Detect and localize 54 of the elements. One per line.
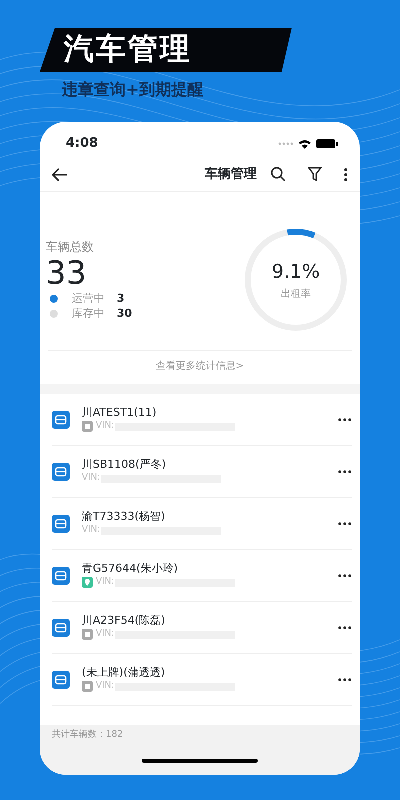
more-icon[interactable] — [338, 418, 352, 422]
vin-label: VIN: — [96, 576, 115, 589]
legend-value: 30 — [117, 306, 132, 322]
location-pin-icon — [82, 577, 93, 588]
battery-icon — [316, 139, 338, 149]
vehicle-name: 青G57644(朱小玲) — [82, 562, 180, 576]
vin-label: VIN: — [82, 472, 101, 485]
vin-label: VIN: — [96, 628, 115, 641]
vehicle-row[interactable]: 川SB1108(严冬) VIN: — [52, 446, 352, 498]
vin-label: VIN: — [82, 524, 101, 537]
tag-icon — [82, 421, 93, 432]
legend-value: 3 — [117, 290, 125, 307]
stat-label: 车辆总数 — [46, 239, 95, 256]
more-icon[interactable] — [338, 470, 352, 474]
vehicle-name: 川A23F54(陈磊) — [82, 614, 166, 628]
screen-title: 车辆管理 — [204, 166, 257, 184]
more-icon[interactable] — [338, 574, 352, 578]
vehicle-row[interactable]: 川ATEST1(11) VIN: — [52, 394, 352, 446]
signal-icon — [278, 142, 294, 146]
tag-icon — [82, 629, 93, 640]
vehicle-name: 川SB1108(严冬) — [82, 458, 168, 472]
vin-label: VIN: — [96, 420, 115, 433]
vehicle-name: 川ATEST1(11) — [82, 406, 158, 420]
gauge-value: 9.1% — [270, 260, 322, 285]
vehicle-row[interactable]: 川A23F54(陈磊) VIN: — [52, 602, 352, 654]
vehicle-name: (未上牌)(蒲透透) — [82, 666, 166, 680]
legend-label: 运营中 — [72, 290, 105, 307]
car-icon — [52, 618, 70, 636]
tag-icon — [82, 681, 93, 692]
back-icon[interactable] — [52, 168, 68, 182]
car-icon — [52, 514, 70, 532]
wifi-icon — [298, 139, 312, 149]
vehicle-row[interactable]: 渝T73333(杨智) VIN: — [52, 498, 352, 550]
legend-label: 库存中 — [72, 306, 105, 322]
vehicle-row[interactable]: 青G57644(朱小玲) VIN: — [52, 550, 352, 602]
car-icon — [52, 670, 70, 688]
more-icon[interactable] — [344, 168, 348, 182]
vin-label: VIN: — [96, 680, 115, 693]
car-icon — [52, 462, 70, 480]
status-time: 4:08 — [66, 135, 98, 154]
banner-title: 汽车管理 — [40, 28, 292, 72]
vehicle-count: 共计车辆数：182 — [52, 729, 124, 742]
vehicle-name: 渝T73333(杨智) — [82, 510, 166, 524]
filter-icon[interactable] — [308, 167, 322, 182]
search-icon[interactable] — [271, 167, 286, 182]
total-count: 33 — [46, 256, 88, 292]
car-icon — [52, 410, 70, 428]
more-icon[interactable] — [338, 626, 352, 630]
gauge-caption: 出租率 — [280, 288, 312, 302]
banner-subtitle: 违章查询+到期提醒 — [62, 79, 204, 101]
vehicle-row[interactable]: (未上牌)(蒲透透) VIN: — [52, 654, 352, 706]
more-icon[interactable] — [338, 522, 352, 526]
more-icon[interactable] — [338, 678, 352, 682]
car-icon — [52, 566, 70, 584]
